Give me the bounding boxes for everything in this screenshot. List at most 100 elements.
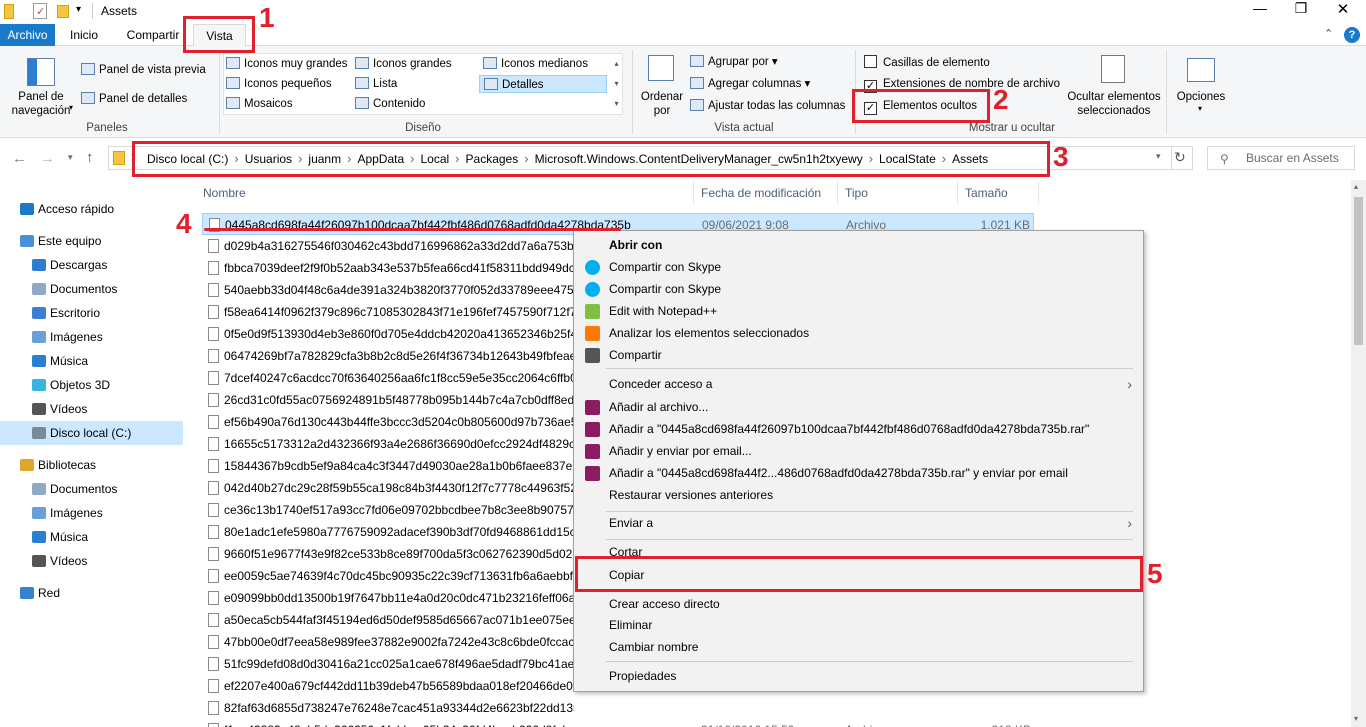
tab-compartir[interactable]: Compartir (116, 24, 190, 46)
nav-item[interactable]: Descargas (0, 253, 183, 277)
table-row[interactable]: 82faf63d6855d738247e76248e7cac451a93344d… (202, 697, 1034, 719)
nav-item[interactable]: Imágenes (0, 501, 183, 525)
file-icon (208, 525, 219, 539)
context-menu: Abrir con Compartir con Skype Compartir co… (573, 230, 1144, 692)
menu-item-share-skype[interactable]: Compartir con Skype (575, 256, 1142, 278)
menu-item-add-archive[interactable]: Añadir al archivo... (575, 396, 1142, 418)
layout-content[interactable]: Contenido (355, 97, 425, 111)
column-separator[interactable] (693, 182, 694, 204)
column-header-size[interactable]: Tamaño (965, 186, 1008, 200)
scroll-thumb[interactable] (1354, 197, 1363, 345)
new-folder-icon[interactable] (57, 5, 69, 18)
layout-medium-icons[interactable]: Iconos medianos (483, 57, 588, 71)
column-separator[interactable] (957, 182, 958, 204)
forward-icon[interactable]: → (40, 150, 55, 167)
nav-item[interactable]: Vídeos (0, 549, 183, 573)
scroll-up-icon[interactable]: ▴ (1354, 182, 1358, 191)
nav-item[interactable]: Este equipo (0, 229, 183, 253)
close-button[interactable]: ✕ (1320, 0, 1366, 24)
sort-by-button[interactable]: Ordenar por (640, 90, 684, 118)
menu-item-add-rar[interactable]: Añadir a "0445a8cd698fa44f26097b100dcaa7… (575, 418, 1142, 440)
nav-item[interactable]: Imágenes (0, 325, 183, 349)
nav-item[interactable]: Disco local (C:) (0, 421, 183, 445)
menu-item-share[interactable]: Compartir (575, 344, 1142, 366)
layout-extra-large-icons[interactable]: Iconos muy grandes (226, 57, 348, 71)
search-input[interactable]: Buscar en Assets (1207, 146, 1355, 170)
customize-qat-icon[interactable]: ▾ (76, 4, 81, 15)
layout-details[interactable]: Detalles (479, 75, 607, 93)
nav-item[interactable]: Música (0, 349, 183, 373)
back-icon[interactable]: ← (12, 150, 27, 167)
options-button[interactable]: Opciones (1176, 90, 1226, 104)
minimize-button[interactable]: — (1237, 0, 1283, 24)
nav-item[interactable]: Documentos (0, 477, 183, 501)
vertical-scrollbar[interactable]: ▴ ▾ (1351, 180, 1366, 727)
item-checkboxes-toggle[interactable]: Casillas de elemento (864, 55, 990, 70)
column-header-type[interactable]: Tipo (845, 186, 868, 200)
file-icon (208, 481, 219, 495)
nav-item[interactable]: Vídeos (0, 397, 183, 421)
menu-item-give-access[interactable]: Conceder acceso a › (575, 373, 1142, 395)
winrar-icon (585, 466, 600, 481)
column-separator[interactable] (837, 182, 838, 204)
checkbox[interactable] (864, 55, 877, 68)
file-icon (208, 459, 219, 473)
column-header-date[interactable]: Fecha de modificación (701, 186, 821, 200)
properties-icon[interactable]: ✓ (33, 3, 47, 19)
hide-selected-button[interactable]: Ocultar elementos seleccionados (1066, 90, 1162, 118)
recent-locations-icon[interactable]: ▾ (68, 152, 73, 163)
column-separator[interactable] (1038, 182, 1039, 204)
menu-item-create-shortcut[interactable]: Crear acceso directo (575, 593, 1142, 615)
details-pane-button[interactable]: Panel de detalles (81, 92, 187, 106)
menu-item-rename[interactable]: Cambiar nombre (575, 636, 1142, 658)
menu-item-properties[interactable]: Propiedades (575, 665, 1142, 687)
layout-list[interactable]: Lista (355, 77, 397, 91)
ribbon-collapse-icon[interactable]: ⌃ (1324, 27, 1333, 40)
navigation-pane-icon[interactable] (27, 58, 55, 86)
menu-item-label: Crear acceso directo (609, 597, 720, 611)
layout-small-icons[interactable]: Iconos pequeños (226, 77, 332, 91)
gallery-scroll-icon[interactable]: ▴ ▾ ▾ (611, 54, 622, 114)
menu-item-edit-notepad[interactable]: Edit with Notepad++ (575, 300, 1142, 322)
file-name: 7dcef40247c6acdcc70f63640256aa6fc1f8cc59… (224, 371, 574, 385)
fit-columns-button[interactable]: Ajustar todas las columnas (690, 99, 845, 113)
help-icon[interactable]: ? (1344, 27, 1360, 43)
nav-item[interactable]: Escritorio (0, 301, 183, 325)
annotation-number-2: 2 (993, 84, 1009, 115)
file-icon (208, 261, 219, 275)
nav-item[interactable]: Documentos (0, 277, 183, 301)
winrar-icon (585, 400, 600, 415)
menu-item-send-to[interactable]: Enviar a › (575, 512, 1142, 534)
nav-item[interactable]: Objetos 3D (0, 373, 183, 397)
nav-item[interactable]: Bibliotecas (0, 453, 183, 477)
menu-item-delete[interactable]: Eliminar (575, 614, 1142, 636)
layout-tiles[interactable]: Mosaicos (226, 97, 293, 111)
group-by-button[interactable]: Agrupar por ▾ (690, 55, 778, 69)
refresh-icon[interactable]: ↻ (1174, 149, 1186, 166)
scroll-down-icon[interactable]: ▾ (1354, 714, 1358, 723)
menu-item-restore-versions[interactable]: Restaurar versiones anteriores (575, 484, 1142, 506)
navigation-pane-button[interactable]: Panel de navegación (8, 90, 74, 118)
menu-item-share-skype[interactable]: Compartir con Skype (575, 278, 1142, 300)
maximize-button[interactable]: ❐ (1283, 0, 1319, 24)
column-header-name[interactable]: Nombre (203, 186, 246, 200)
layout-large-icons[interactable]: Iconos grandes (355, 57, 452, 71)
preview-pane-button[interactable]: Panel de vista previa (81, 63, 206, 77)
address-dropdown-icon[interactable]: ▾ (1156, 151, 1161, 162)
nav-item[interactable]: Red (0, 581, 183, 605)
menu-item-add-rar-email[interactable]: Añadir a "0445a8cd698fa44f2...486d0768ad… (575, 462, 1142, 484)
file-name: 540aebb33d04f48c6a4de391a324b3820f3770f0… (224, 283, 574, 297)
menu-item-add-email[interactable]: Añadir y enviar por email... (575, 440, 1142, 462)
tab-inicio[interactable]: Inicio (60, 24, 108, 46)
nav-item[interactable]: Acceso rápido (0, 197, 183, 221)
tab-archivo[interactable]: Archivo (0, 24, 55, 46)
menu-item-open-with[interactable]: Abrir con (575, 234, 1142, 256)
menu-item-scan[interactable]: Analizar los elementos seleccionados (575, 322, 1142, 344)
up-icon[interactable]: ↑ (86, 149, 94, 166)
preview-pane-icon (81, 63, 95, 75)
nav-item-label: Documentos (50, 482, 118, 496)
table-row[interactable]: f1ee43383a48eb5de366250c1fabbce05b34c36f… (202, 719, 1034, 727)
file-name: 26cd31c0fd55ac0756924891b5f48778b095b144… (224, 393, 574, 407)
nav-item[interactable]: Música (0, 525, 183, 549)
add-columns-button[interactable]: Agregar columnas ▾ (690, 77, 810, 91)
